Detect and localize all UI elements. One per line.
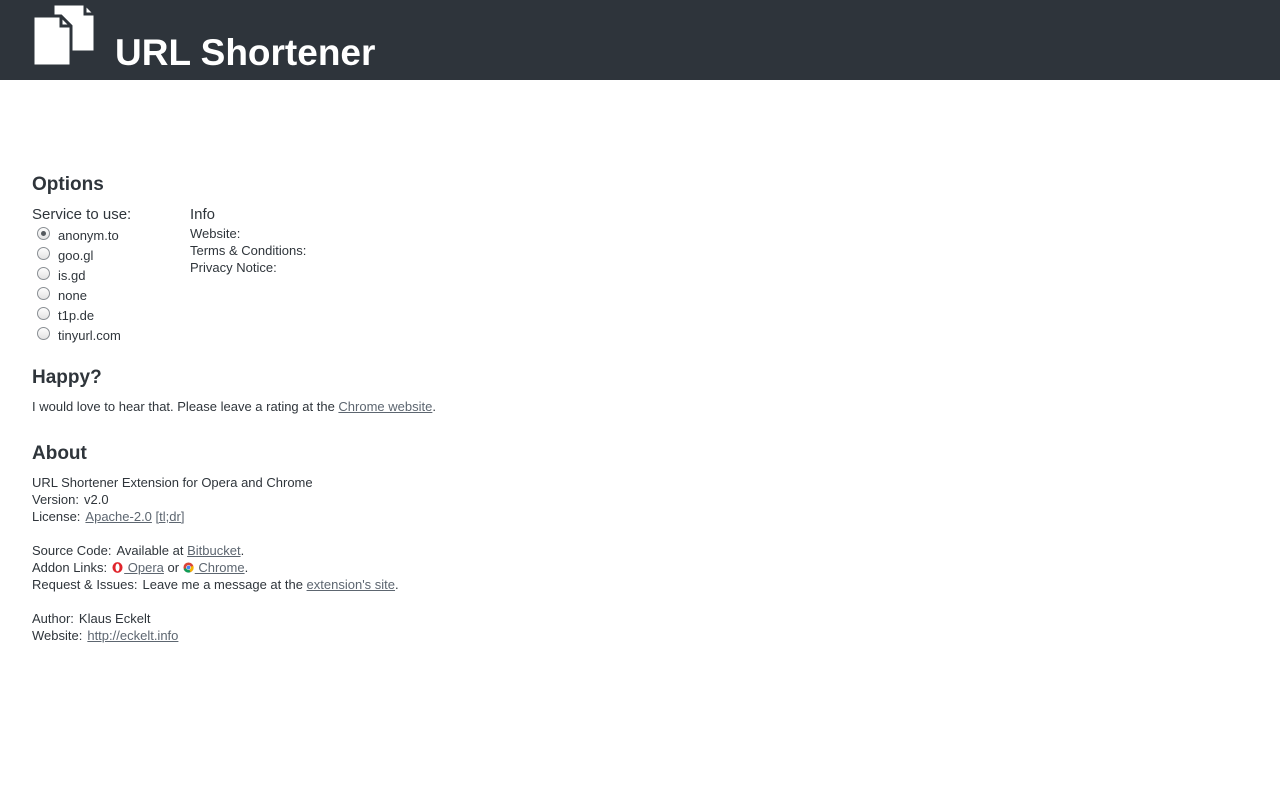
chrome-icon [183,562,194,573]
author-label: Author: [32,611,74,626]
addon-label: Addon Links: [32,560,108,575]
service-selector: Service to use: anonym.to goo.gl is.gd none… [32,205,172,345]
info-website-label: Website: [190,226,241,241]
extension-site-link[interactable]: extension's site [307,577,395,592]
service-option-label[interactable]: t1p.de [58,308,94,323]
info-privacy-label: Privacy Notice: [190,260,277,275]
source-text: Available at [116,543,188,558]
source-row: Source Code: Available at Bitbucket. [32,542,244,559]
addon-or: or [163,560,183,575]
service-option[interactable]: t1p.de [32,305,172,325]
opera-icon [112,562,123,573]
version-label: Version: [32,492,79,507]
service-radio[interactable] [37,326,50,340]
service-option-label[interactable]: is.gd [58,268,85,283]
app-header: URL Shortener [0,0,1280,80]
opera-addon-link[interactable]: Opera [112,560,164,575]
license-label: License: [32,509,81,524]
license-tldr-link[interactable]: [tl;dr] [156,509,185,524]
issues-row: Request & Issues: Leave me a message at t… [32,576,399,593]
service-option[interactable]: is.gd [32,265,172,285]
chrome-addon-link[interactable]: Chrome [183,560,245,575]
happy-text-before: I would love to hear that. Please leave … [32,399,339,414]
service-option[interactable]: anonym.to [32,225,172,245]
service-label: Service to use: [32,206,132,223]
happy-text: I would love to hear that. Please leave … [32,398,436,415]
addon-row: Addon Links: Opera or Chrome. [32,559,248,576]
author-value: Klaus Eckelt [78,611,151,626]
issues-label: Request & Issues: [32,577,138,592]
about-heading: About [32,443,87,464]
license-row: License: Apache-2.0 [tl;dr] [32,508,184,525]
service-radio[interactable] [37,246,50,260]
author-row: Author: Klaus Eckelt [32,610,150,627]
service-option-label[interactable]: anonym.to [58,228,119,243]
service-option-label[interactable]: none [58,288,87,303]
license-link[interactable]: Apache-2.0 [85,509,152,524]
version-value: v2.0 [83,492,109,507]
chrome-website-link[interactable]: Chrome website [338,399,432,414]
service-option-label[interactable]: goo.gl [58,248,93,263]
service-option-label[interactable]: tinyurl.com [58,328,121,343]
service-option[interactable]: goo.gl [32,245,172,265]
source-label: Source Code: [32,543,112,558]
happy-text-after: . [432,399,436,414]
service-radio[interactable] [37,266,50,280]
issues-after: . [395,577,399,592]
happy-heading: Happy? [32,367,102,388]
service-radio[interactable] [37,306,50,320]
version-row: Version: v2.0 [32,491,109,508]
service-info-panel: Info Website: Terms & Conditions: Privac… [190,205,490,276]
chrome-addon-label: Chrome [194,560,245,575]
source-after: . [240,543,245,558]
author-website-link[interactable]: http://eckelt.info [87,628,178,643]
options-heading: Options [32,174,104,195]
service-radio[interactable] [37,226,50,240]
info-terms-label: Terms & Conditions: [190,243,307,258]
copy-documents-icon [31,2,97,68]
website-row: Website: http://eckelt.info [32,627,178,644]
service-radio-list: anonym.to goo.gl is.gd none t1p.de tinyurl.co… [32,225,172,345]
service-option[interactable]: tinyurl.com [32,325,172,345]
addon-after: . [244,560,249,575]
app-title: URL Shortener [115,32,376,73]
issues-text: Leave me a message at the [142,577,307,592]
service-option[interactable]: none [32,285,172,305]
service-radio[interactable] [37,286,50,300]
opera-addon-label: Opera [124,560,164,575]
info-title: Info [190,206,216,223]
about-description: URL Shortener Extension for Opera and Ch… [32,475,313,490]
website-label: Website: [32,628,83,643]
bitbucket-link[interactable]: Bitbucket [187,543,240,558]
